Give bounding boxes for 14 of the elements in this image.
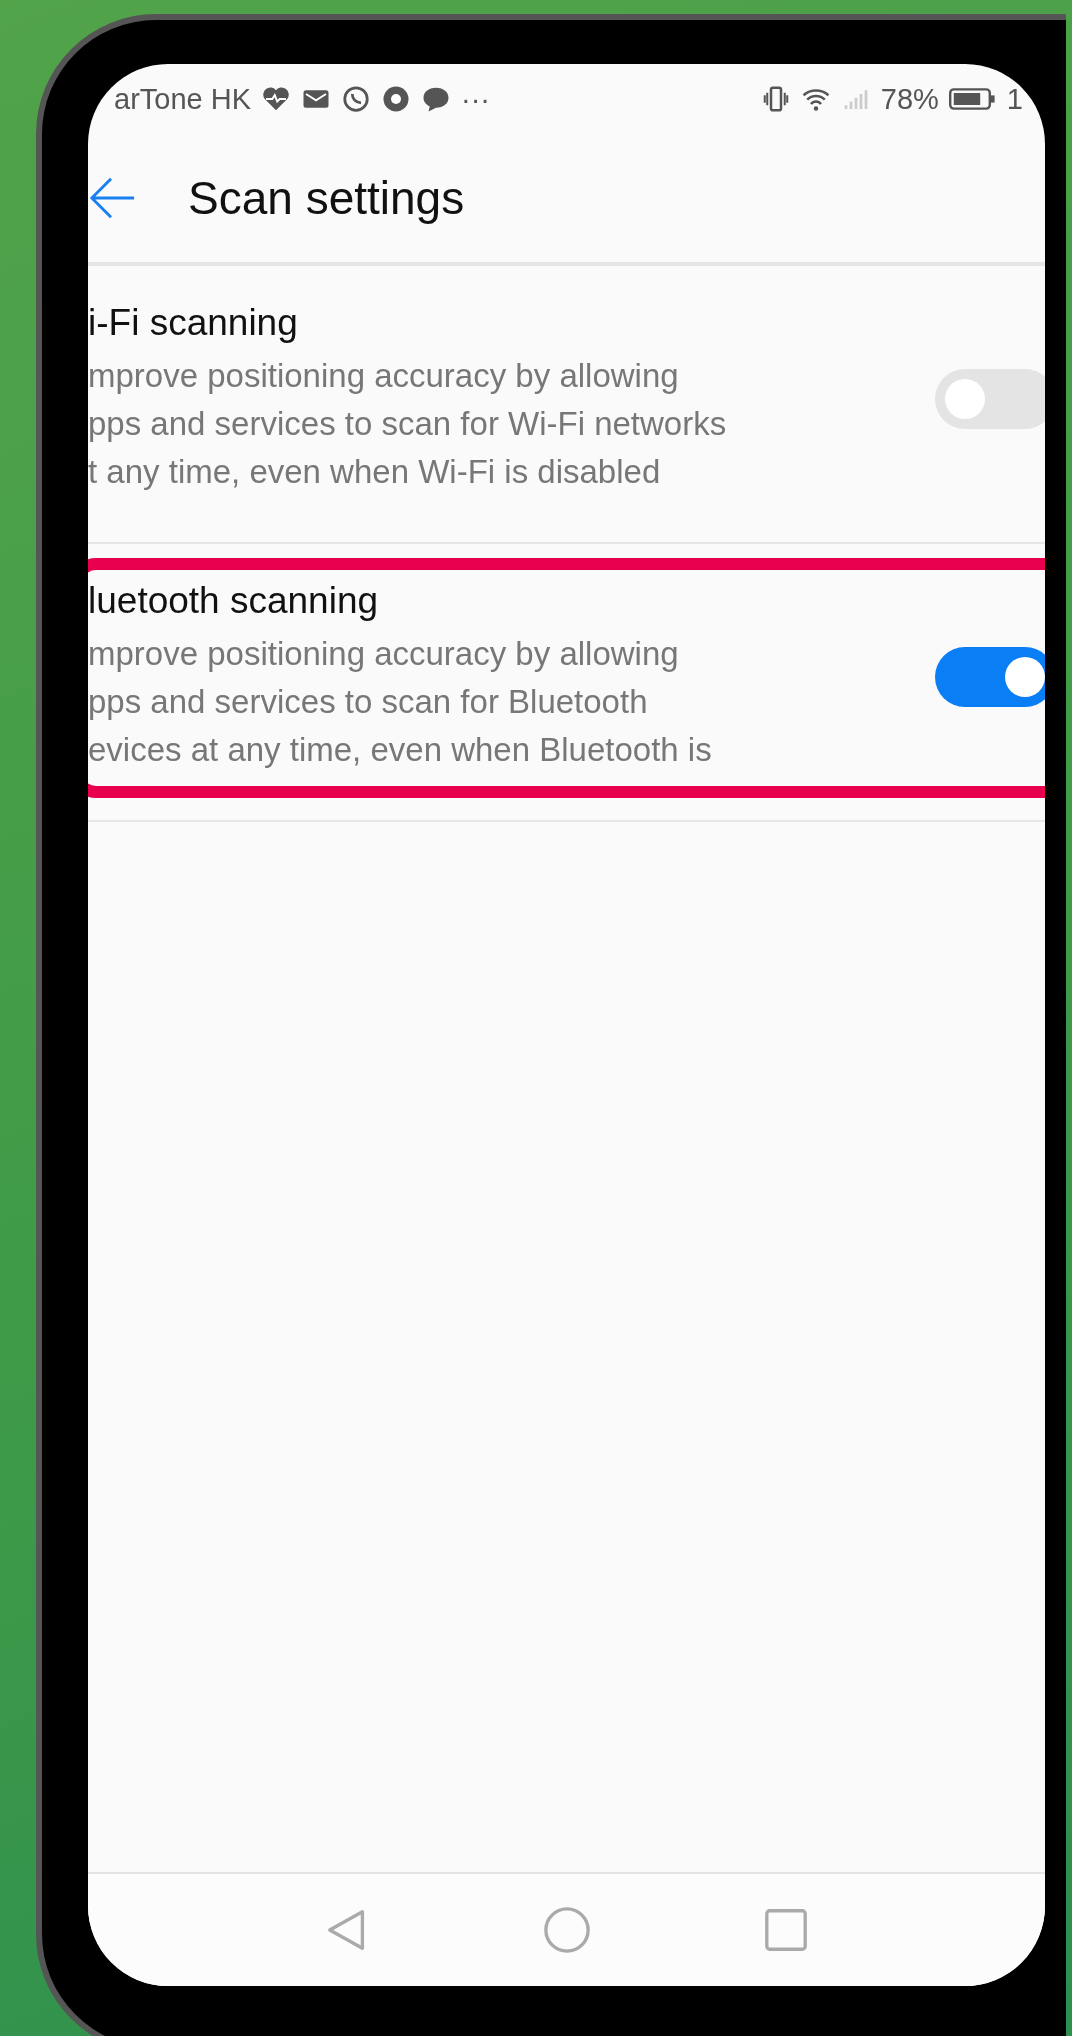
battery-percent: 78%: [880, 82, 939, 116]
more-notifications: ···: [461, 82, 490, 116]
home-circle-icon[interactable]: [542, 1906, 591, 1954]
setting-description: mprove positioning accuracy by allowing pps and services to scan for Bluetooth evices at any time, even when Bluetooth is: [88, 634, 712, 770]
setting-title: luetooth scanning: [88, 580, 379, 622]
page-title: Scan settings: [188, 171, 465, 225]
setting-title: i-Fi scanning: [88, 302, 298, 344]
chat-phone-icon: [341, 84, 371, 114]
setting-description: mprove positioning accuracy by allowing pps and services to scan for Wi-Fi networks t any time, even when Wi-Fi is disabled: [88, 356, 727, 492]
toggle-switch[interactable]: [935, 369, 1045, 429]
carrier-name: arTone HK: [114, 82, 251, 116]
clock: 1: [1006, 82, 1023, 116]
browser-icon: [381, 84, 411, 114]
toggle-switch[interactable]: [935, 647, 1045, 707]
